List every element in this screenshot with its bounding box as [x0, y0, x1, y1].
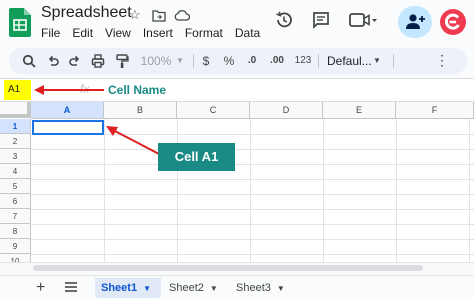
row-header[interactable]: 9: [0, 239, 31, 254]
comments-icon[interactable]: [311, 10, 331, 30]
redo-icon[interactable]: [69, 52, 81, 70]
sheets-logo-icon[interactable]: [9, 8, 31, 37]
row-header[interactable]: 8: [0, 224, 31, 239]
column-header[interactable]: C: [177, 102, 250, 119]
cloud-status-icon[interactable]: [174, 9, 190, 21]
move-folder-icon[interactable]: [152, 9, 166, 22]
toolbar: 100% ▼ $ % .0 .00 123 Defaul... ▼ ⋮: [9, 48, 467, 74]
add-sheet-button[interactable]: +: [36, 279, 45, 297]
row-header[interactable]: 6: [0, 194, 31, 209]
sheet-tab-caret-icon[interactable]: ▼: [277, 284, 285, 293]
column-header[interactable]: A: [31, 102, 104, 119]
font-family-select[interactable]: Defaul...: [325, 52, 395, 70]
decrease-decimal-button[interactable]: .0: [245, 52, 259, 70]
sheet-tab-caret-icon[interactable]: ▼: [210, 284, 218, 293]
grid-line: [31, 209, 474, 210]
grid-line: [31, 254, 474, 255]
toolbar-divider: [318, 54, 319, 68]
currency-format-button[interactable]: $: [201, 52, 211, 70]
scrollbar-thumb[interactable]: [33, 265, 423, 271]
grid-line: [31, 224, 474, 225]
cell-name-annotation: Cell Name: [108, 83, 167, 97]
row-header[interactable]: 3: [0, 149, 31, 164]
sheet-tab-sheet2[interactable]: Sheet2 ▼: [163, 278, 227, 298]
name-box[interactable]: A1: [4, 80, 31, 100]
grid-line: [31, 179, 474, 180]
row-header[interactable]: 2: [0, 134, 31, 149]
menu-view[interactable]: View: [105, 26, 131, 40]
title-bar: Spreadsheet ☆ File Edit View Insert Form…: [0, 0, 474, 46]
toolbar-divider: [193, 54, 194, 68]
row-header[interactable]: 1: [0, 119, 31, 134]
column-header[interactable]: D: [250, 102, 323, 119]
menu-edit[interactable]: Edit: [72, 26, 93, 40]
grid-line: [469, 119, 470, 274]
grid-line: [396, 119, 397, 274]
grid-line: [31, 149, 474, 150]
cell-a1-arrow: [106, 126, 160, 155]
menu-format[interactable]: Format: [185, 26, 223, 40]
print-icon[interactable]: [91, 52, 105, 70]
account-avatar[interactable]: [439, 8, 467, 36]
menu-file[interactable]: File: [41, 26, 60, 40]
more-formats-button[interactable]: 123: [293, 52, 313, 70]
row-header[interactable]: 7: [0, 209, 31, 224]
add-person-icon: [406, 14, 425, 29]
menu-insert[interactable]: Insert: [143, 26, 173, 40]
sheet-tab-label: Sheet3: [236, 282, 271, 294]
spreadsheet-grid[interactable]: A B C D E F 1 2 3 4 5 6 7 8 9 10: [0, 102, 474, 274]
paint-format-icon[interactable]: [115, 52, 129, 70]
grid-line: [31, 194, 474, 195]
selected-cell-a1[interactable]: [32, 120, 104, 135]
all-sheets-menu-icon[interactable]: [64, 280, 78, 294]
sheet-tab-sheet1[interactable]: Sheet1 ▼: [95, 278, 161, 298]
menu-data[interactable]: Data: [235, 26, 260, 40]
row-header[interactable]: 4: [0, 164, 31, 179]
percent-format-button[interactable]: %: [223, 52, 235, 70]
grid-line: [31, 239, 474, 240]
zoom-select[interactable]: 100%: [139, 52, 173, 70]
grid-line: [323, 119, 324, 274]
select-all-corner[interactable]: [0, 102, 31, 118]
column-header[interactable]: B: [104, 102, 177, 119]
column-header[interactable]: F: [396, 102, 474, 119]
font-caret-icon[interactable]: ▼: [372, 52, 382, 70]
column-header[interactable]: E: [323, 102, 396, 119]
cell-name-arrow: [34, 85, 104, 95]
version-history-icon[interactable]: [274, 10, 294, 30]
brand-logo-icon: [440, 9, 466, 35]
row-header[interactable]: 5: [0, 179, 31, 194]
cell-a1-callout: Cell A1: [158, 143, 235, 171]
grid-line: [31, 164, 474, 165]
star-icon[interactable]: ☆: [129, 7, 141, 23]
sheet-tab-label: Sheet1: [101, 282, 138, 294]
share-button[interactable]: [398, 6, 432, 38]
toolbar-divider: [393, 54, 394, 68]
document-title[interactable]: Spreadsheet: [41, 4, 132, 22]
sheet-tab-caret-icon[interactable]: ▼: [143, 284, 151, 293]
sheet-tab-sheet3[interactable]: Sheet3 ▼: [230, 278, 294, 298]
video-call-icon[interactable]: [349, 11, 377, 29]
search-menus-icon[interactable]: [22, 52, 36, 70]
sheet-tab-label: Sheet2: [169, 282, 204, 294]
zoom-caret-icon[interactable]: ▼: [175, 52, 185, 70]
menu-bar: File Edit View Insert Format Data: [41, 26, 260, 40]
increase-decimal-button[interactable]: .00: [267, 52, 287, 70]
undo-icon[interactable]: [47, 52, 59, 70]
more-options-icon[interactable]: ⋮: [433, 52, 451, 70]
grid-line: [250, 119, 251, 274]
